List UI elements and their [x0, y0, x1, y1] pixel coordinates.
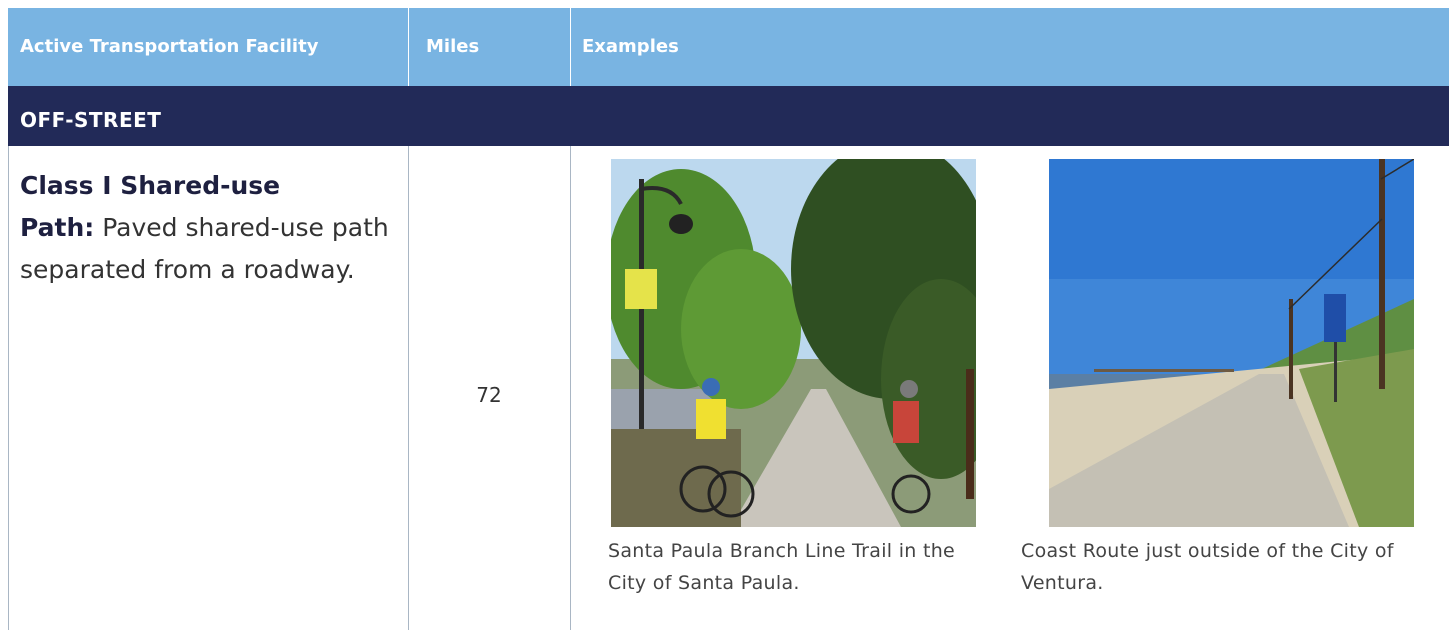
- coast-caption: Coast Route just outside of the City of …: [1021, 540, 1394, 594]
- section-label: OFF-STREET: [20, 108, 162, 132]
- trail-caption: Santa Paula Branch Line Trail in the Cit…: [608, 540, 956, 594]
- header-examples: Examples: [582, 36, 679, 57]
- facility-term: Path:: [20, 213, 95, 242]
- header-divider: [408, 8, 409, 86]
- coast-photo: [1049, 159, 1414, 527]
- miles-value: 72: [476, 383, 502, 407]
- row-border-left: [8, 146, 9, 630]
- section-row: OFF-STREET: [8, 86, 1449, 154]
- table-header: Active Transportation Facility Miles Exa…: [8, 8, 1449, 86]
- facility-description: Class I Shared-use Path: Paved shared-us…: [20, 165, 390, 291]
- header-facility: Active Transportation Facility: [20, 36, 319, 57]
- trail-photo-image: [611, 159, 976, 527]
- facility-title: Class I Shared-use: [20, 171, 281, 200]
- trail-photo: [611, 159, 976, 527]
- coast-photo-image: [1049, 159, 1414, 527]
- header-miles: Miles: [426, 36, 480, 57]
- column-divider: [570, 146, 571, 630]
- header-divider: [570, 8, 571, 86]
